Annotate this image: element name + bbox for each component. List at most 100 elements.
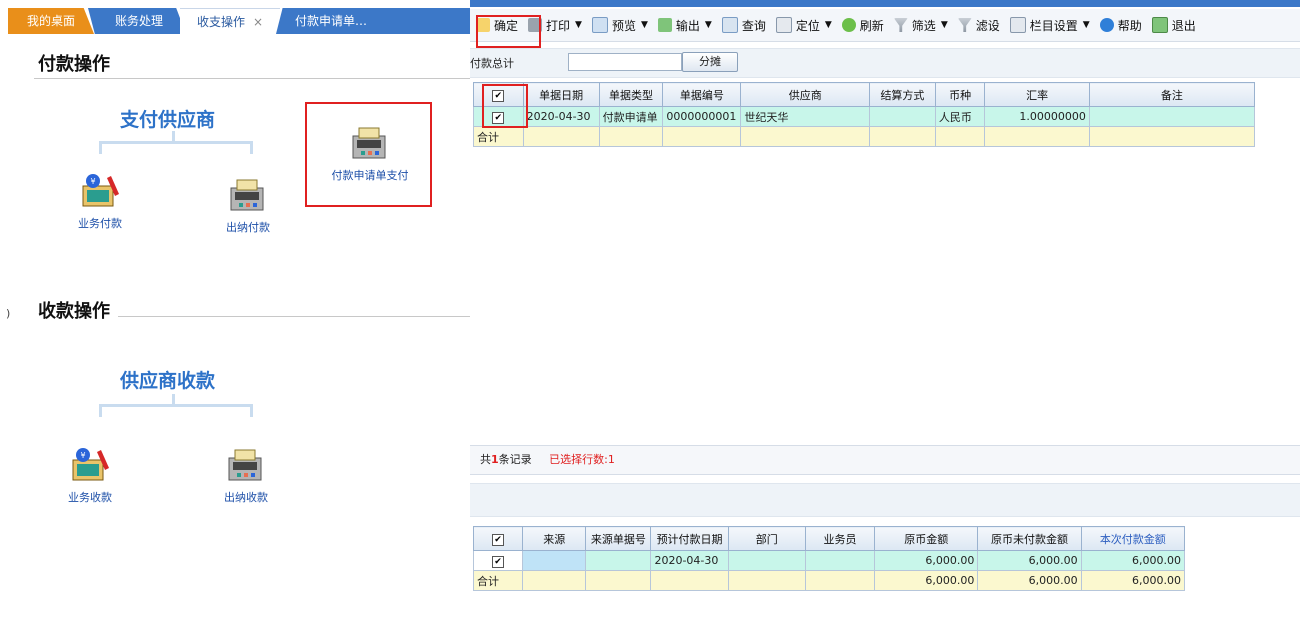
filter-button[interactable]: 筛选 ▼ [893, 17, 948, 34]
query-button[interactable]: 查询 [721, 17, 766, 34]
col-source-number[interactable]: 来源单据号 [585, 526, 652, 551]
col-expected-date[interactable]: 预计付款日期 [650, 526, 729, 551]
tab-close-icon[interactable]: × [253, 15, 263, 29]
cell-source-number[interactable] [585, 550, 652, 571]
payment-total-label: 付款总计 [470, 57, 514, 70]
cell-salesperson[interactable] [804, 550, 876, 571]
selected-rows: 已选择行数:1 [549, 453, 615, 466]
confirm-highlight [476, 15, 541, 48]
locate-chevron-down-icon[interactable]: ▼ [825, 20, 832, 30]
col-this-payment[interactable]: 本次付款金额 [1080, 526, 1186, 551]
tab-accounting-label: 账务处理 [114, 14, 163, 28]
cashier-receipt-icon [228, 449, 262, 481]
preview-icon [591, 17, 608, 33]
refresh-label: 刷新 [859, 18, 884, 33]
help-label: 帮助 [1117, 18, 1142, 33]
cell-currency[interactable]: 人民币 [934, 106, 986, 127]
column-settings-chevron-down-icon[interactable]: ▼ [1083, 20, 1090, 30]
total-original-amount: 6,000.00 [874, 570, 979, 591]
cell-doc-type[interactable]: 付款申请单 [598, 106, 664, 127]
detail-row-select-cell[interactable]: ✔ [472, 550, 524, 571]
output-chevron-down-icon[interactable]: ▼ [705, 20, 712, 30]
preview-chevron-down-icon[interactable]: ▼ [641, 20, 648, 30]
locate-button[interactable]: 定位 ▼ [775, 17, 832, 34]
pay-cashier-tile[interactable]: 出纳付款 [198, 176, 298, 235]
cell-original-amount[interactable]: 6,000.00 [874, 550, 979, 571]
export-icon [657, 18, 672, 32]
col-doc-type[interactable]: 单据类型 [598, 82, 664, 107]
col-unpaid-amount[interactable]: 原币未付款金额 [977, 526, 1082, 551]
detail-total-row: 合计 6,000.00 6,000.00 6,000.00 [472, 570, 1186, 591]
col-settlement[interactable]: 结算方式 [869, 82, 936, 107]
columns-icon [1009, 17, 1026, 33]
output-button[interactable]: 输出 ▼ [657, 17, 712, 34]
cell-doc-number[interactable]: 0000000001 [662, 106, 742, 127]
col-currency[interactable]: 币种 [934, 82, 986, 107]
payment-request-tile[interactable]: 付款申请单支付 [320, 124, 420, 183]
checkbox-highlight [482, 84, 528, 128]
col-salesperson[interactable]: 业务员 [804, 526, 876, 551]
col-source[interactable]: 来源 [522, 526, 587, 551]
tab-payment-request-label: 付款申请单… [294, 14, 367, 28]
table-row[interactable]: ✔ 2020-04-30 6,000.00 6,000.00 6,000.00 [472, 550, 1186, 571]
payment-total-input[interactable] [568, 53, 682, 71]
table-row[interactable]: ✔ 2020-04-30 付款申请单 0000000001 世纪天华 人民币 1… [473, 106, 1256, 127]
tab-accounting[interactable]: 账务处理 [88, 8, 186, 34]
filter-settings-button[interactable]: 滤设 [957, 17, 1000, 34]
payment-document-table: ✔ 单据日期 单据类型 单据编号 供应商 结算方式 币种 汇率 备注 ✔ 202… [473, 82, 1256, 147]
split-button[interactable]: 分摊 [682, 52, 738, 72]
tab-payment-request[interactable]: 付款申请单… [276, 8, 386, 34]
detail-select-all-header[interactable]: ✔ [472, 526, 524, 551]
preview-button[interactable]: 预览 ▼ [591, 17, 648, 34]
receive-section-divider [118, 316, 470, 317]
cell-doc-date[interactable]: 2020-04-30 [522, 106, 600, 127]
col-doc-number[interactable]: 单据编号 [662, 82, 742, 107]
receive-cashier-tile[interactable]: 出纳收款 [196, 446, 296, 505]
receive-cashier-label: 出纳收款 [224, 491, 268, 504]
col-exchange-rate[interactable]: 汇率 [984, 82, 1090, 107]
col-supplier[interactable]: 供应商 [740, 82, 871, 107]
exit-button[interactable]: 退出 [1151, 17, 1196, 34]
query-label: 查询 [741, 18, 766, 33]
receive-bracket [99, 404, 253, 417]
column-settings-button[interactable]: 栏目设置 ▼ [1009, 17, 1090, 34]
payment-detail-table: ✔ 来源 来源单据号 预计付款日期 部门 业务员 原币金额 原币未付款金额 本次… [472, 526, 1186, 591]
pay-business-tile[interactable]: ¥ 业务付款 [50, 172, 150, 231]
col-department[interactable]: 部门 [727, 526, 806, 551]
filter-settings-label: 滤设 [975, 18, 1000, 33]
total-row: 合计 [473, 126, 1256, 147]
filter-chevron-down-icon[interactable]: ▼ [941, 20, 948, 30]
detail-select-all-checkbox[interactable]: ✔ [492, 533, 505, 546]
help-icon [1099, 18, 1114, 32]
tab-bar: 我的桌面 账务处理 收支操作 × 付款申请单… [8, 8, 470, 34]
pay-section-divider [34, 78, 470, 79]
receive-business-tile[interactable]: ¥ 业务收款 [40, 446, 140, 505]
svg-text:¥: ¥ [80, 451, 85, 460]
cell-supplier[interactable]: 世纪天华 [740, 106, 871, 127]
toolbar: 确定 打印 ▼ 预览 ▼ 输出 ▼ 查询 定位 ▼ 刷新 筛选 ▼ 滤设 栏目设置 ▼ 帮助… [470, 9, 1300, 42]
tab-income-expense-label: 收支操作 [196, 15, 245, 29]
tab-home[interactable]: 我的桌面 [8, 8, 94, 34]
col-remark[interactable]: 备注 [1088, 82, 1256, 107]
cell-source[interactable] [522, 550, 587, 571]
filter-label: 筛选 [911, 18, 936, 33]
cell-settlement[interactable] [869, 106, 936, 127]
cell-department[interactable] [727, 550, 806, 571]
cell-expected-date[interactable]: 2020-04-30 [650, 550, 729, 571]
locate-icon [775, 17, 792, 33]
cell-exchange-rate[interactable]: 1.00000000 [984, 106, 1090, 127]
col-doc-date[interactable]: 单据日期 [522, 82, 600, 107]
tab-income-expense[interactable]: 收支操作 × [180, 8, 280, 34]
locate-label: 定位 [795, 18, 820, 33]
refresh-button[interactable]: 刷新 [841, 17, 884, 34]
cell-unpaid-amount[interactable]: 6,000.00 [977, 550, 1082, 571]
print-chevron-down-icon[interactable]: ▼ [575, 20, 582, 30]
cell-this-payment[interactable]: 6,000.00 [1080, 550, 1186, 571]
cell-remark[interactable] [1088, 106, 1256, 127]
summary-bar: 付款总计 分摊 [470, 48, 1300, 78]
help-button[interactable]: 帮助 [1099, 17, 1142, 34]
receive-section-title: 收款操作 [38, 301, 110, 322]
col-original-amount[interactable]: 原币金额 [874, 526, 979, 551]
detail-row-checkbox[interactable]: ✔ [492, 555, 505, 568]
total-label: 合计 [473, 126, 524, 147]
